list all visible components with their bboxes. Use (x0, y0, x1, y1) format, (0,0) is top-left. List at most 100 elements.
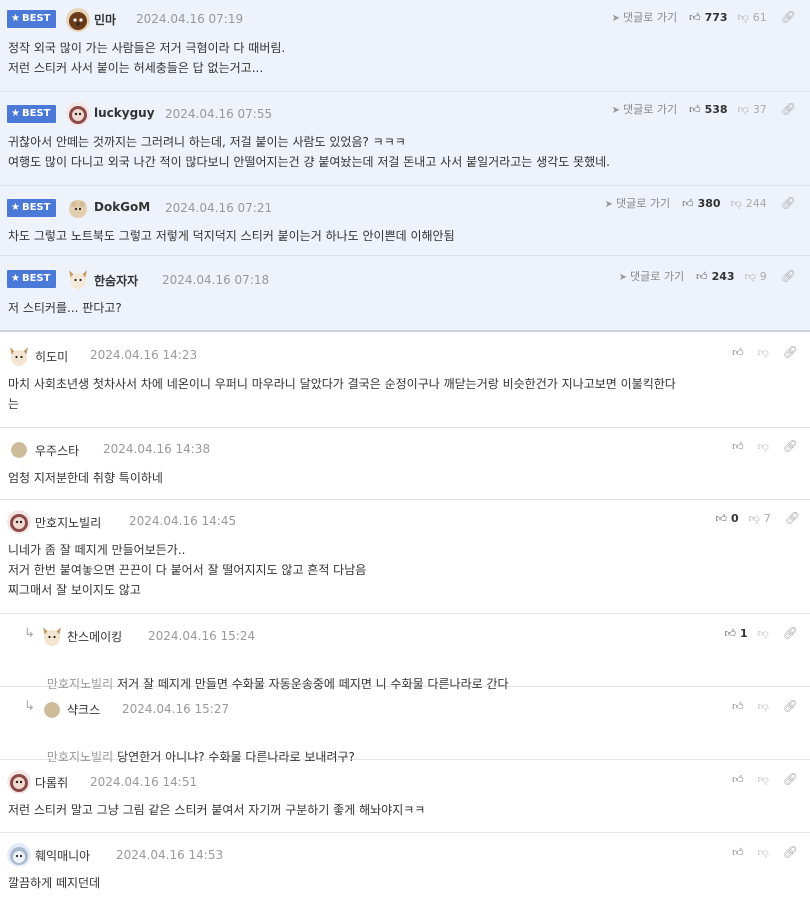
comment-date: 2024.04.16 14:53 (116, 848, 224, 862)
thumbs-up-icon: 👍︎ (682, 196, 694, 210)
dislike-button[interactable]: 👎︎ 9 (745, 270, 767, 283)
link-icon[interactable]: 🔗︎ (781, 196, 796, 210)
link-icon[interactable]: 🔗︎ (783, 439, 798, 453)
avatar[interactable] (11, 442, 27, 458)
like-button[interactable]: 👍︎ 0 (715, 512, 738, 525)
thumbs-down-icon[interactable]: 👎︎ (758, 346, 769, 359)
nickname[interactable]: luckyguy (94, 106, 155, 120)
thumbs-down-icon: 👎︎ (737, 102, 749, 116)
reply-arrow-icon: ↳ (24, 699, 35, 714)
avatar[interactable] (7, 344, 31, 368)
best-badge: ★ BEST (7, 105, 56, 123)
star-icon: ★ (11, 202, 20, 213)
dislike-button[interactable]: 👎︎ 61 (738, 11, 767, 24)
star-icon: ★ (11, 13, 20, 24)
send-arrow-icon: ➤ (604, 199, 614, 210)
comment-text: 귀찮아서 안떼는 것까지는 그러려니 하는데, 저걸 붙이는 사람도 있었음? … (8, 135, 610, 169)
avatar[interactable] (66, 196, 90, 220)
nickname[interactable]: 한숨자자 (94, 272, 138, 289)
comment: 다롬쥐 2024.04.16 14:51 👍︎ 👎︎ 🔗︎ 저런 스티커 말고 … (0, 760, 810, 833)
star-icon: ★ (11, 273, 20, 284)
thumbs-down-icon[interactable]: 👎︎ (758, 440, 769, 453)
comment-actions: ➤ 댓글로 가기 👍︎ 243 👎︎ 9 🔗︎ (619, 265, 796, 287)
nickname[interactable]: 훼익매니아 (35, 847, 90, 864)
link-icon[interactable]: 🔗︎ (783, 345, 798, 359)
like-button[interactable]: 👍︎ 380 (682, 197, 720, 210)
thumbs-down-icon[interactable]: 👎︎ (758, 700, 769, 713)
comment: 히도미 2024.04.16 14:23 👍︎ 👎︎ 🔗︎ 마치 사회초년생 첫… (0, 334, 810, 428)
thumbs-down-icon: 👎︎ (730, 196, 742, 210)
avatar[interactable] (44, 702, 60, 718)
nickname[interactable]: 샥크스 (67, 701, 100, 718)
avatar[interactable] (7, 510, 31, 534)
thumbs-down-icon: 👎︎ (748, 511, 760, 525)
best-comment: ★ BEST DokGoM 2024.04.16 07:21 ➤ 댓글로 가기 👍︎… (0, 186, 810, 256)
comment-actions: 👍︎ 👎︎ 🔗︎ (732, 768, 798, 790)
like-button[interactable]: 👍︎ 538 (689, 103, 727, 116)
nickname[interactable]: 히도미 (35, 348, 68, 365)
comment-date: 2024.04.16 14:38 (103, 442, 211, 456)
thumbs-up-icon[interactable]: 👍︎ (732, 700, 744, 713)
thumbs-up-icon[interactable]: 👍︎ (732, 346, 744, 359)
comment-text: 니네가 좀 잘 떼지게 만들어보든가.. 저거 한번 붙여놓으면 끈끈이 다 붙… (8, 543, 367, 597)
comment-actions: ➤ 댓글로 가기 👍︎ 380 👎︎ 244 🔗︎ (605, 192, 796, 214)
dislike-button[interactable]: 👎︎ 7 (749, 512, 771, 525)
link-icon[interactable]: 🔗︎ (781, 102, 796, 116)
goto-comment-link[interactable]: ➤ 댓글로 가기 (605, 195, 671, 211)
link-icon[interactable]: 🔗︎ (783, 699, 798, 713)
dislike-button[interactable]: 👎︎ 37 (738, 103, 767, 116)
nickname[interactable]: 찬스메이킹 (67, 628, 122, 645)
dislike-button[interactable]: 👎︎ 244 (731, 197, 767, 210)
nickname[interactable]: 다롬쥐 (35, 774, 68, 791)
avatar[interactable] (66, 267, 90, 291)
thumbs-down-icon[interactable]: 👎︎ (758, 773, 769, 786)
thumbs-up-icon[interactable]: 👍︎ (732, 773, 744, 786)
comment-date: 2024.04.16 07:55 (165, 107, 273, 121)
link-icon[interactable]: 🔗︎ (785, 511, 800, 525)
thumbs-down-icon[interactable]: 👎︎ (758, 846, 769, 859)
comment-actions: 👍︎ 👎︎ 🔗︎ (732, 435, 798, 457)
comment-date: 2024.04.16 15:27 (122, 702, 230, 716)
comment-date: 2024.04.16 07:21 (165, 201, 273, 215)
goto-comment-link[interactable]: ➤ 댓글로 가기 (612, 101, 678, 117)
link-icon[interactable]: 🔗︎ (781, 269, 796, 283)
goto-comment-link[interactable]: ➤ 댓글로 가기 (619, 268, 685, 284)
link-icon[interactable]: 🔗︎ (781, 10, 796, 24)
nickname[interactable]: 민마 (94, 11, 116, 28)
comment: 훼익매니아 2024.04.16 14:53 👍︎ 👎︎ 🔗︎ 깔끔하게 떼지던… (0, 833, 810, 905)
like-button[interactable]: 👍︎ 243 (696, 270, 734, 283)
thumbs-up-icon[interactable]: 👍︎ (732, 846, 744, 859)
comment-actions: 👍︎ 1 👎︎ 🔗︎ (724, 622, 798, 644)
like-button[interactable]: 👍︎ 1 (724, 627, 747, 640)
nickname[interactable]: 만호지노빌리 (35, 514, 101, 531)
comment-actions: 👍︎ 👎︎ 🔗︎ (732, 695, 798, 717)
thumbs-up-icon[interactable]: 👍︎ (732, 440, 744, 453)
thumbs-down-icon[interactable]: 👎︎ (758, 627, 769, 640)
reply-comment: ↳ 찬스메이킹 2024.04.16 15:24 👍︎ 1 👎︎ 🔗︎ 만호지노빌… (0, 614, 810, 691)
like-button[interactable]: 👍︎ 773 (689, 11, 727, 24)
thumbs-down-icon: 👎︎ (737, 10, 749, 24)
avatar[interactable] (66, 8, 90, 32)
thumbs-up-icon: 👍︎ (689, 10, 701, 24)
nickname[interactable]: 우주스타 (35, 442, 79, 459)
thumbs-up-icon: 👍︎ (689, 102, 701, 116)
avatar[interactable] (40, 624, 64, 648)
best-badge: ★ BEST (7, 199, 56, 217)
nickname[interactable]: DokGoM (94, 200, 150, 214)
thumbs-up-icon: 👍︎ (715, 511, 727, 525)
avatar[interactable] (7, 770, 31, 794)
comment-text: 저 스티커를... 판다고? (8, 301, 122, 315)
link-icon[interactable]: 🔗︎ (783, 845, 798, 859)
best-comment: ★ BEST 한숨자자 2024.04.16 07:18 ➤ 댓글로 가기 👍︎ 24… (0, 256, 810, 332)
reply-arrow-icon: ↳ (24, 626, 35, 641)
comment: 우주스타 2024.04.16 14:38 👍︎ 👎︎ 🔗︎ 엄청 지저분한데 … (0, 428, 810, 500)
thumbs-up-icon: 👍︎ (696, 269, 708, 283)
link-icon[interactable]: 🔗︎ (783, 626, 798, 640)
avatar[interactable] (7, 843, 31, 867)
link-icon[interactable]: 🔗︎ (783, 772, 798, 786)
comment: 만호지노빌리 2024.04.16 14:45 👍︎ 0 👎︎ 7 🔗︎ 니네가 좀… (0, 500, 810, 614)
goto-comment-link[interactable]: ➤ 댓글로 가기 (612, 9, 678, 25)
star-icon: ★ (11, 108, 20, 119)
avatar[interactable] (66, 102, 90, 126)
comment-date: 2024.04.16 07:18 (162, 273, 270, 287)
